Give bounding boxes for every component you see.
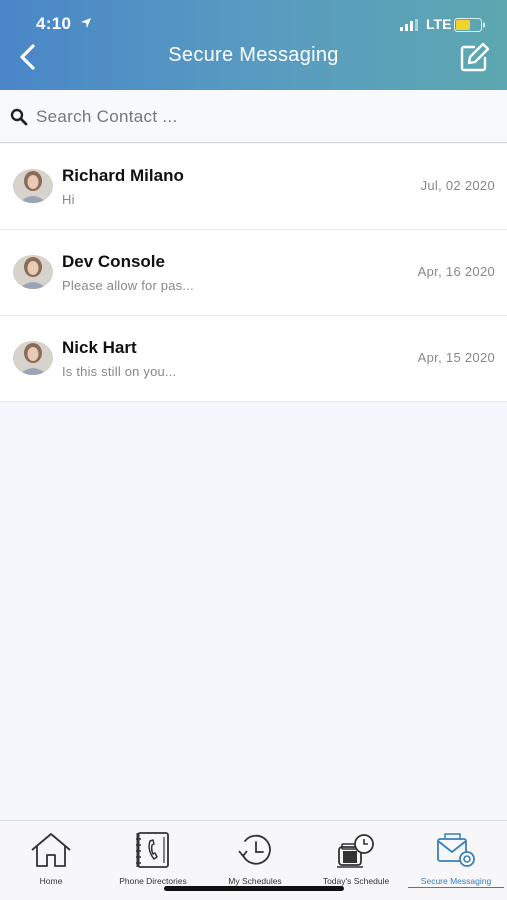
- secure-message-icon: [437, 833, 475, 867]
- page-title: Secure Messaging: [168, 44, 339, 66]
- phone-directory-icon: [136, 832, 169, 868]
- conversation-row[interactable]: Nick Hart Is this still on you... Apr, 1…: [0, 316, 507, 402]
- avatar: [13, 341, 53, 375]
- search-input[interactable]: [36, 100, 476, 134]
- battery-icon: [454, 18, 485, 32]
- avatar: [13, 169, 53, 203]
- schedule-history-icon: [238, 834, 271, 865]
- tab-label: Today's Schedule: [322, 876, 390, 886]
- message-preview: Please allow for pas...: [62, 278, 194, 293]
- network-type: LTE: [426, 16, 452, 32]
- search-bar: [0, 90, 507, 143]
- search-icon: [10, 108, 28, 126]
- conversation-list: Richard Milano Hi Jul, 02 2020 Dev Conso…: [0, 144, 507, 402]
- navigation-bar: Secure Messaging: [0, 34, 507, 80]
- home-indicator: [164, 886, 344, 891]
- tab-label: Home: [39, 876, 63, 886]
- message-date: Apr, 16 2020: [417, 264, 495, 279]
- tab-label: Secure Messaging: [420, 876, 492, 886]
- compose-icon[interactable]: [458, 40, 492, 74]
- cellular-signal-icon: [400, 19, 418, 31]
- conversation-row[interactable]: Richard Milano Hi Jul, 02 2020: [0, 144, 507, 230]
- tab-label: My Schedules: [228, 876, 282, 886]
- tab-secure-messaging[interactable]: Secure Messaging: [406, 821, 506, 900]
- home-icon: [31, 833, 71, 867]
- message-preview: Is this still on you...: [62, 364, 177, 379]
- message-date: Jul, 02 2020: [420, 178, 495, 193]
- message-date: Apr, 15 2020: [417, 350, 495, 365]
- location-arrow-icon: [81, 18, 91, 28]
- active-tab-indicator: [408, 887, 504, 888]
- contact-name: Nick Hart: [62, 338, 137, 357]
- avatar: [13, 255, 53, 289]
- tab-label: Phone Directories: [119, 876, 187, 886]
- status-time: 4:10: [36, 14, 72, 33]
- conversation-row[interactable]: Dev Console Please allow for pas... Apr,…: [0, 230, 507, 316]
- message-preview: Hi: [62, 192, 75, 207]
- tab-home[interactable]: Home: [0, 821, 102, 900]
- todays-schedule-icon: [337, 834, 374, 868]
- contact-name: Richard Milano: [62, 166, 184, 185]
- contact-name: Dev Console: [62, 252, 165, 271]
- app-header: 4:10 LTE Secure Messaging: [0, 0, 507, 90]
